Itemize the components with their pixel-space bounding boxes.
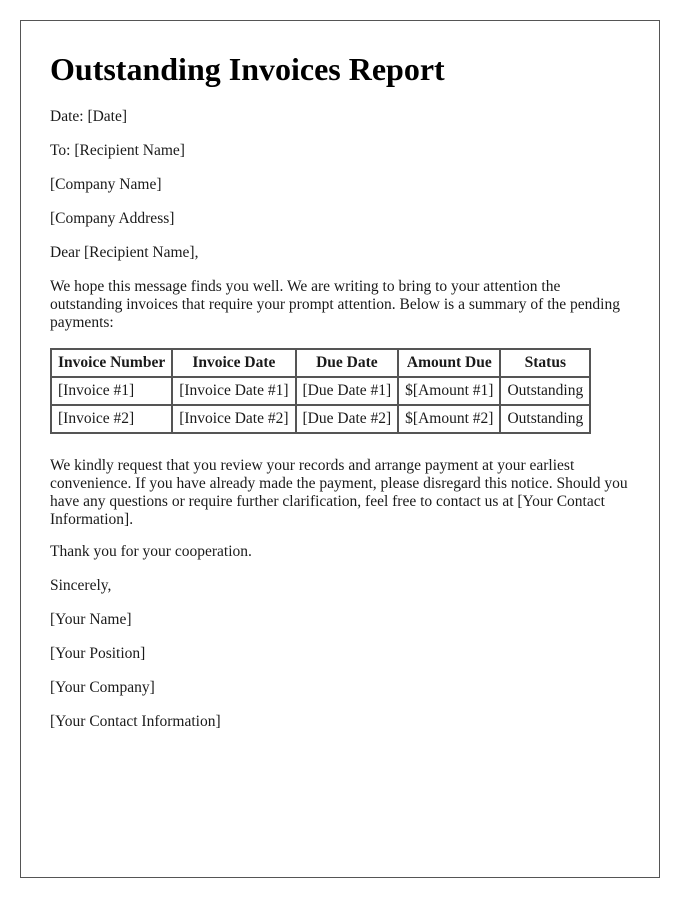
cell-invoice-number: [Invoice #2] <box>49 404 174 434</box>
company-address-line: [Company Address] <box>50 210 175 227</box>
cell-amount-due: $[Amount #1] <box>397 376 502 406</box>
signature-position: [Your Position] <box>50 645 146 662</box>
date-line: Date: [Date] <box>50 108 128 125</box>
header-amount-due: Amount Due <box>397 348 502 378</box>
signature-company: [Your Company] <box>50 679 155 696</box>
intro-paragraph: We hope this message finds you well. We … <box>50 278 620 331</box>
recipient-line: To: [Recipient Name] <box>50 142 185 159</box>
cell-status: Outstanding <box>499 376 592 406</box>
closing-line: Sincerely, <box>50 577 112 594</box>
header-status: Status <box>499 348 592 378</box>
document-page: Outstanding Invoices Report Date: [Date]… <box>20 20 660 878</box>
report-title: Outstanding Invoices Report <box>50 51 445 87</box>
cell-due-date: [Due Date #2] <box>294 404 400 434</box>
table-row: [Invoice #2] [Invoice Date #2] [Due Date… <box>49 404 592 434</box>
signature-contact: [Your Contact Information] <box>50 713 221 730</box>
company-name-line: [Company Name] <box>50 176 162 193</box>
header-due-date: Due Date <box>294 348 400 378</box>
cell-amount-due: $[Amount #2] <box>397 404 502 434</box>
cell-invoice-number: [Invoice #1] <box>49 376 174 406</box>
table-header-row: Invoice Number Invoice Date Due Date Amo… <box>49 348 592 378</box>
cell-status: Outstanding <box>499 404 592 434</box>
invoices-table: Invoice Number Invoice Date Due Date Amo… <box>49 348 592 434</box>
thanks-line: Thank you for your cooperation. <box>50 543 252 560</box>
cell-invoice-date: [Invoice Date #2] <box>171 404 297 434</box>
cell-due-date: [Due Date #1] <box>294 376 400 406</box>
cell-invoice-date: [Invoice Date #1] <box>171 376 297 406</box>
request-paragraph: We kindly request that you review your r… <box>50 457 628 528</box>
table-row: [Invoice #1] [Invoice Date #1] [Due Date… <box>49 376 592 406</box>
header-invoice-number: Invoice Number <box>49 348 174 378</box>
header-invoice-date: Invoice Date <box>171 348 297 378</box>
salutation: Dear [Recipient Name], <box>50 244 199 261</box>
signature-name: [Your Name] <box>50 611 132 628</box>
